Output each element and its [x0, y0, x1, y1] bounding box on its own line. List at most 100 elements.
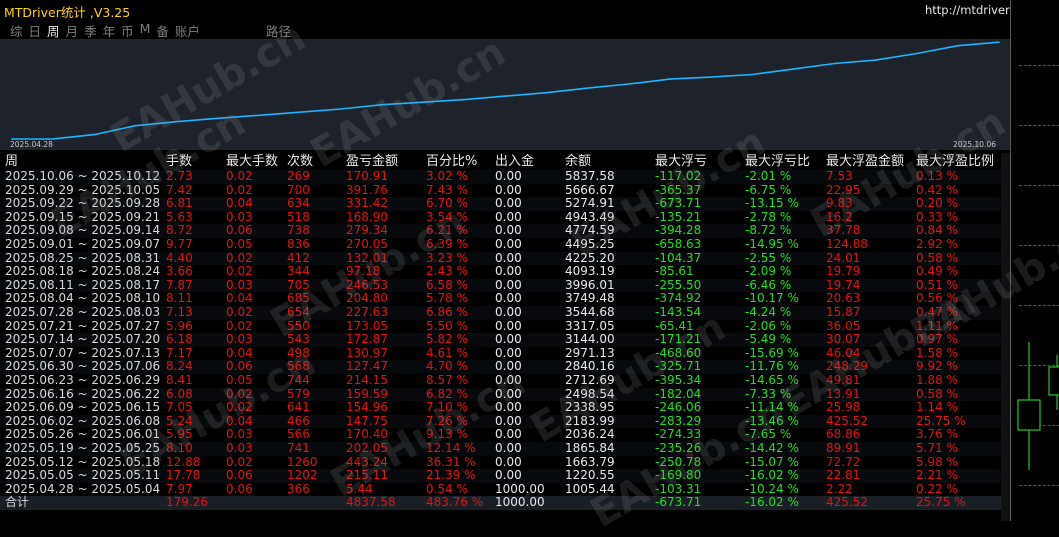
header-cell[interactable]: 盈亏金额 — [346, 153, 398, 170]
table-row[interactable]: 2025.05.19 ~ 2025.05.25 8.10 0.03 741 202.05… — [0, 441, 1010, 456]
table-cell: 20.63 — [826, 291, 861, 306]
table-cell: 2025.06.09 ~ 2025.06.15 — [5, 400, 161, 415]
header-cell[interactable]: 最大手数 — [226, 153, 278, 170]
header-cell[interactable]: 最大浮亏比 — [745, 153, 810, 170]
table-cell: 5.82 % — [426, 332, 468, 347]
table-cell: 72.72 — [826, 454, 861, 469]
table-row[interactable]: 2025.08.18 ~ 2025.08.24 3.66 0.02 344 97.18 2… — [0, 265, 1010, 279]
table-scrollbar[interactable] — [1001, 153, 1010, 521]
table-cell: 0.00 — [495, 318, 522, 333]
table-row[interactable]: 2025.04.28 ~ 2025.05.04 7.97 0.06 366 5.44 0.… — [0, 481, 1010, 497]
table-cell: 0.03 — [226, 209, 253, 224]
tab-6[interactable]: 币 — [121, 21, 134, 39]
equity-point — [381, 103, 383, 106]
tab-2[interactable]: 周 — [47, 21, 60, 39]
tab-7[interactable]: M — [140, 21, 151, 39]
table-cell: 0.03 — [226, 332, 253, 347]
table-row[interactable]: 2025.07.14 ~ 2025.07.20 6.18 0.03 543 172.87… — [0, 333, 1010, 347]
table-row[interactable]: 2025.06.23 ~ 2025.06.29 8.41 0.05 744 214.15… — [0, 373, 1010, 388]
equity-point — [504, 95, 507, 97]
table-cell: 12.88 — [166, 454, 201, 469]
table-cell: 9.83 — [826, 196, 853, 211]
equity-point — [628, 83, 630, 85]
table-row[interactable]: 2025.06.02 ~ 2025.06.08 5.24 0.04 466 147.75… — [0, 413, 1010, 429]
header-cell[interactable]: 百分比% — [426, 153, 477, 170]
table-cell: 170.40 — [346, 427, 388, 442]
table-cell: 498 — [287, 345, 310, 360]
table-row[interactable]: 2025.09.08 ~ 2025.09.14 8.72 0.06 738 279.34… — [0, 224, 1010, 238]
table-cell: 0.05 — [226, 237, 253, 251]
table-row[interactable]: 2025.09.15 ~ 2025.09.21 5.63 0.03 518 168.90… — [0, 209, 1010, 225]
table-cell: 8.72 — [166, 223, 193, 238]
candlestick-icons — [1017, 342, 1059, 470]
table-cell: 9.77 — [166, 237, 193, 251]
table-cell: 3749.48 — [565, 291, 615, 306]
table-cell: 0.06 — [226, 481, 253, 496]
table-row[interactable]: 2025.08.25 ~ 2025.08.31 4.40 0.02 412 132.01… — [0, 250, 1010, 266]
table-row[interactable]: 2025.06.09 ~ 2025.06.15 7.05 0.02 641 154.96… — [0, 401, 1010, 415]
table-cell: 391.76 — [346, 182, 388, 197]
table-row[interactable]: 2025.07.07 ~ 2025.07.13 7.17 0.04 498 130.97… — [0, 345, 1010, 361]
table-cell: 0.02 — [226, 264, 253, 279]
header-cell[interactable]: 次数 — [287, 153, 313, 170]
tab-4[interactable]: 季 — [84, 21, 97, 39]
table-row[interactable]: 2025.08.04 ~ 2025.08.10 8.11 0.04 685 204.80… — [0, 292, 1010, 306]
table-row[interactable]: 2025.05.26 ~ 2025.06.01 5.95 0.03 566 170.40… — [0, 428, 1010, 442]
table-row[interactable]: 2025.07.28 ~ 2025.08.03 7.13 0.02 654 227.63… — [0, 305, 1010, 320]
tab-5[interactable]: 年 — [103, 21, 116, 39]
table-row[interactable]: 2025.09.29 ~ 2025.10.05 7.42 0.02 700 391.76… — [0, 182, 1010, 198]
tab-9[interactable]: 账户 — [175, 21, 200, 39]
table-row[interactable]: 2025.06.30 ~ 2025.07.06 8.24 0.06 568 127.47… — [0, 360, 1010, 374]
tab-3[interactable]: 月 — [66, 21, 79, 39]
table-cell: 5274.91 — [565, 196, 615, 211]
tab-8[interactable]: 备 — [156, 21, 169, 39]
table-cell: 5.50 % — [426, 318, 468, 333]
x-end-label: 2025.10.06 — [953, 140, 996, 149]
table-row[interactable]: 2025.09.01 ~ 2025.09.07 9.77 0.05 836 270.05… — [0, 237, 1010, 252]
table-row[interactable]: 2025.06.16 ~ 2025.06.22 6.08 0.02 579 159.59… — [0, 386, 1010, 402]
period-tabs: 综日周月季年币 M 备账户 路径 — [10, 21, 297, 39]
table-cell: 0.58 % — [916, 386, 958, 401]
table-cell: 3317.05 — [565, 318, 615, 333]
table-cell: 0.00 — [495, 454, 522, 469]
tab-0[interactable]: 综 — [10, 21, 23, 39]
header-cell[interactable]: 余额 — [565, 153, 591, 170]
table-cell: 6.58 % — [426, 277, 468, 292]
table-cell: 1865.84 — [565, 441, 615, 455]
table-row[interactable]: 2025.05.12 ~ 2025.05.18 12.88 0.02 1260 443.… — [0, 454, 1010, 470]
table-cell: 0.51 % — [916, 277, 958, 292]
table-row[interactable]: 2025.09.22 ~ 2025.09.28 6.81 0.04 634 331.42… — [0, 197, 1010, 211]
header-cell[interactable]: 周 — [5, 153, 18, 170]
table-cell: 0.02 — [226, 182, 253, 197]
table-cell: 227.63 — [346, 305, 388, 319]
table-cell: 248.29 — [826, 359, 868, 374]
table-row[interactable]: 2025.10.06 ~ 2025.10.12 2.73 0.02 269 170.91… — [0, 169, 1010, 184]
table-cell: 5837.58 — [565, 169, 615, 183]
table-cell: 89.91 — [826, 441, 861, 455]
header-cell[interactable]: 最大浮盈金额 — [826, 153, 904, 170]
table-cell: 8.41 — [166, 373, 193, 387]
table-cell: 0.00 — [495, 264, 522, 279]
table-row[interactable]: 2025.07.21 ~ 2025.07.27 5.96 0.02 550 173.05… — [0, 318, 1010, 334]
header-cell[interactable]: 出入金 — [495, 153, 534, 170]
table-row[interactable]: 2025.08.11 ~ 2025.08.17 7.87 0.03 705 246.53… — [0, 277, 1010, 293]
table-row[interactable]: 2025.05.05 ~ 2025.05.11 17.78 0.06 1202 215.… — [0, 469, 1010, 483]
app-title: MTDriver统计 ,V3.25 — [4, 5, 131, 20]
table-cell: 13.91 — [826, 386, 861, 401]
table-cell: 147.75 — [346, 413, 388, 428]
header-cell[interactable]: 最大浮盈比例 — [916, 153, 994, 170]
table-cell: -5.49 % — [745, 332, 792, 347]
table-cell: 641 — [287, 400, 310, 415]
table-cell: 0.00 — [495, 441, 522, 455]
table-cell: 5666.67 — [565, 182, 615, 197]
tab-10[interactable]: 路径 — [266, 21, 291, 39]
table-cell: 7.97 — [166, 481, 193, 496]
tab-1[interactable]: 日 — [29, 21, 42, 39]
table-cell: 0.58 % — [916, 250, 958, 265]
table-cell: 2183.99 — [565, 413, 615, 428]
equity-point — [134, 124, 137, 127]
header-cell[interactable]: 手数 — [166, 153, 192, 170]
table-cell: -325.71 — [655, 359, 702, 374]
header-cell[interactable]: 最大浮亏 — [655, 153, 707, 170]
table-cell: 37.78 — [826, 223, 861, 238]
